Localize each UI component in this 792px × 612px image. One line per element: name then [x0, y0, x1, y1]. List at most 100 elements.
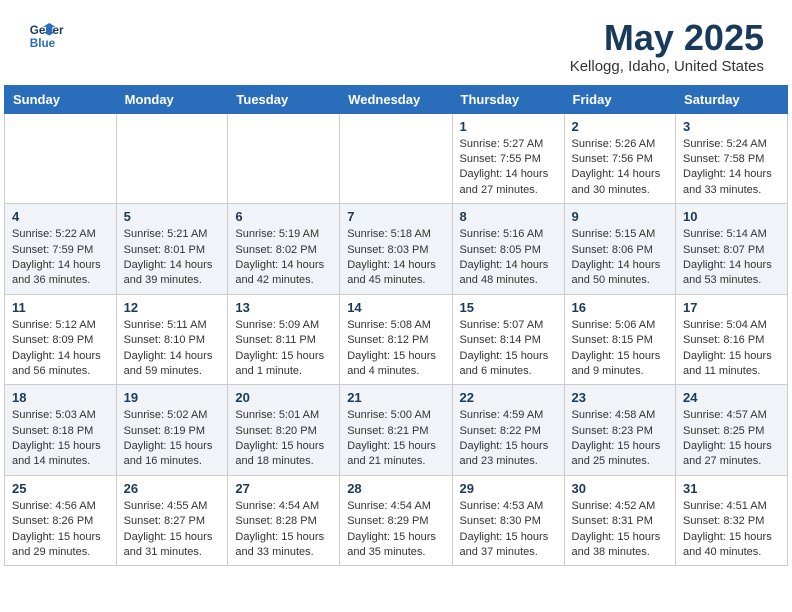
day-info: Sunrise: 5:15 AM Sunset: 8:06 PM Dayligh…: [572, 227, 669, 289]
table-row: 3 Sunrise: 5:24 AM Sunset: 7:58 PM Daylig…: [676, 113, 788, 204]
svg-text:Blue: Blue: [30, 37, 56, 50]
table-row: 19 Sunrise: 5:02 AM Sunset: 8:19 PM Dayli…: [116, 385, 228, 476]
day-number: 19: [124, 390, 221, 405]
day-number: 25: [12, 481, 109, 496]
day-info: Sunrise: 5:00 AM Sunset: 8:21 PM Dayligh…: [347, 408, 444, 470]
day-info: Sunrise: 4:59 AM Sunset: 8:22 PM Dayligh…: [460, 408, 557, 470]
table-row: 10 Sunrise: 5:14 AM Sunset: 8:07 PM Dayli…: [676, 204, 788, 295]
day-number: 4: [12, 209, 109, 224]
header-tuesday: Tuesday: [228, 85, 340, 113]
day-info: Sunrise: 5:01 AM Sunset: 8:20 PM Dayligh…: [235, 408, 332, 470]
logo-icon: General Blue: [28, 18, 64, 54]
table-row: 23Sunrise: 4:58 AM Sunset: 8:23 PM Dayli…: [564, 385, 676, 476]
day-number: 2: [572, 119, 669, 134]
day-info: Sunrise: 4:56 AM Sunset: 8:26 PM Dayligh…: [12, 499, 109, 561]
day-number: 17: [683, 300, 780, 315]
day-number: 18: [12, 390, 109, 405]
table-row: 7 Sunrise: 5:18 AM Sunset: 8:03 PM Daylig…: [340, 204, 452, 295]
location: Kellogg, Idaho, United States: [570, 58, 764, 75]
table-row: [228, 113, 340, 204]
day-info: Sunrise: 4:57 AM Sunset: 8:25 PM Dayligh…: [683, 408, 780, 470]
table-row: 16 Sunrise: 5:06 AM Sunset: 8:15 PM Dayli…: [564, 294, 676, 385]
day-number: 1: [460, 119, 557, 134]
table-row: 31Sunrise: 4:51 AM Sunset: 8:32 PM Dayli…: [676, 475, 788, 566]
day-number: 20: [235, 390, 332, 405]
table-row: 20 Sunrise: 5:01 AM Sunset: 8:20 PM Dayli…: [228, 385, 340, 476]
table-row: 13 Sunrise: 5:09 AM Sunset: 8:11 PM Dayli…: [228, 294, 340, 385]
day-number: 21: [347, 390, 444, 405]
logo: General Blue: [28, 18, 64, 54]
day-number: 10: [683, 209, 780, 224]
header-friday: Friday: [564, 85, 676, 113]
day-info: Sunrise: 5:03 AM Sunset: 8:18 PM Dayligh…: [12, 408, 109, 470]
day-info: Sunrise: 5:09 AM Sunset: 8:11 PM Dayligh…: [235, 318, 332, 380]
day-number: 12: [124, 300, 221, 315]
table-row: 27 Sunrise: 4:54 AM Sunset: 8:28 PM Dayli…: [228, 475, 340, 566]
day-info: Sunrise: 4:53 AM Sunset: 8:30 PM Dayligh…: [460, 499, 557, 561]
table-row: [340, 113, 452, 204]
table-row: 11Sunrise: 5:12 AM Sunset: 8:09 PM Dayli…: [5, 294, 117, 385]
weekday-header-row: Sunday Monday Tuesday Wednesday Thursday…: [5, 85, 788, 113]
day-info: Sunrise: 5:02 AM Sunset: 8:19 PM Dayligh…: [124, 408, 221, 470]
day-number: 31: [683, 481, 780, 496]
day-number: 6: [235, 209, 332, 224]
day-info: Sunrise: 4:55 AM Sunset: 8:27 PM Dayligh…: [124, 499, 221, 561]
day-info: Sunrise: 5:18 AM Sunset: 8:03 PM Dayligh…: [347, 227, 444, 289]
table-row: 5 Sunrise: 5:21 AM Sunset: 8:01 PM Daylig…: [116, 204, 228, 295]
day-info: Sunrise: 5:21 AM Sunset: 8:01 PM Dayligh…: [124, 227, 221, 289]
day-info: Sunrise: 5:07 AM Sunset: 8:14 PM Dayligh…: [460, 318, 557, 380]
day-info: Sunrise: 5:14 AM Sunset: 8:07 PM Dayligh…: [683, 227, 780, 289]
table-row: 14 Sunrise: 5:08 AM Sunset: 8:12 PM Dayli…: [340, 294, 452, 385]
day-info: Sunrise: 5:06 AM Sunset: 8:15 PM Dayligh…: [572, 318, 669, 380]
day-info: Sunrise: 5:26 AM Sunset: 7:56 PM Dayligh…: [572, 137, 669, 199]
table-row: 1 Sunrise: 5:27 AM Sunset: 7:55 PM Daylig…: [452, 113, 564, 204]
day-info: Sunrise: 5:08 AM Sunset: 8:12 PM Dayligh…: [347, 318, 444, 380]
day-info: Sunrise: 5:04 AM Sunset: 8:16 PM Dayligh…: [683, 318, 780, 380]
day-info: Sunrise: 5:24 AM Sunset: 7:58 PM Dayligh…: [683, 137, 780, 199]
day-info: Sunrise: 5:12 AM Sunset: 8:09 PM Dayligh…: [12, 318, 109, 380]
table-row: 6 Sunrise: 5:19 AM Sunset: 8:02 PM Daylig…: [228, 204, 340, 295]
table-row: 2 Sunrise: 5:26 AM Sunset: 7:56 PM Daylig…: [564, 113, 676, 204]
table-row: 30Sunrise: 4:52 AM Sunset: 8:31 PM Dayli…: [564, 475, 676, 566]
day-number: 7: [347, 209, 444, 224]
day-info: Sunrise: 4:52 AM Sunset: 8:31 PM Dayligh…: [572, 499, 669, 561]
day-number: 9: [572, 209, 669, 224]
page-header: General Blue May 2025 Kellogg, Idaho, Un…: [4, 0, 788, 85]
header-saturday: Saturday: [676, 85, 788, 113]
day-info: Sunrise: 4:54 AM Sunset: 8:28 PM Dayligh…: [235, 499, 332, 561]
day-number: 8: [460, 209, 557, 224]
day-number: 13: [235, 300, 332, 315]
table-row: 9 Sunrise: 5:15 AM Sunset: 8:06 PM Daylig…: [564, 204, 676, 295]
table-row: 8 Sunrise: 5:16 AM Sunset: 8:05 PM Daylig…: [452, 204, 564, 295]
table-row: [116, 113, 228, 204]
day-number: 5: [124, 209, 221, 224]
day-number: 28: [347, 481, 444, 496]
day-info: Sunrise: 5:19 AM Sunset: 8:02 PM Dayligh…: [235, 227, 332, 289]
day-number: 3: [683, 119, 780, 134]
table-row: 28Sunrise: 4:54 AM Sunset: 8:29 PM Dayli…: [340, 475, 452, 566]
day-number: 24: [683, 390, 780, 405]
day-info: Sunrise: 5:11 AM Sunset: 8:10 PM Dayligh…: [124, 318, 221, 380]
table-row: 4 Sunrise: 5:22 AM Sunset: 7:59 PM Daylig…: [5, 204, 117, 295]
header-monday: Monday: [116, 85, 228, 113]
day-number: 29: [460, 481, 557, 496]
table-row: 24 Sunrise: 4:57 AM Sunset: 8:25 PM Dayli…: [676, 385, 788, 476]
week-row-5: 25 Sunrise: 4:56 AM Sunset: 8:26 PM Dayli…: [5, 475, 788, 566]
table-row: 29 Sunrise: 4:53 AM Sunset: 8:30 PM Dayli…: [452, 475, 564, 566]
day-number: 14: [347, 300, 444, 315]
day-info: Sunrise: 5:22 AM Sunset: 7:59 PM Dayligh…: [12, 227, 109, 289]
day-info: Sunrise: 4:58 AM Sunset: 8:23 PM Dayligh…: [572, 408, 669, 470]
day-number: 15: [460, 300, 557, 315]
day-number: 16: [572, 300, 669, 315]
table-row: 15 Sunrise: 5:07 AM Sunset: 8:14 PM Dayli…: [452, 294, 564, 385]
calendar-table: Sunday Monday Tuesday Wednesday Thursday…: [4, 85, 788, 567]
day-info: Sunrise: 5:16 AM Sunset: 8:05 PM Dayligh…: [460, 227, 557, 289]
week-row-3: 11Sunrise: 5:12 AM Sunset: 8:09 PM Dayli…: [5, 294, 788, 385]
day-number: 27: [235, 481, 332, 496]
week-row-1: 1 Sunrise: 5:27 AM Sunset: 7:55 PM Daylig…: [5, 113, 788, 204]
day-info: Sunrise: 5:27 AM Sunset: 7:55 PM Dayligh…: [460, 137, 557, 199]
table-row: 21 Sunrise: 5:00 AM Sunset: 8:21 PM Dayli…: [340, 385, 452, 476]
header-sunday: Sunday: [5, 85, 117, 113]
table-row: 12 Sunrise: 5:11 AM Sunset: 8:10 PM Dayli…: [116, 294, 228, 385]
day-number: 26: [124, 481, 221, 496]
